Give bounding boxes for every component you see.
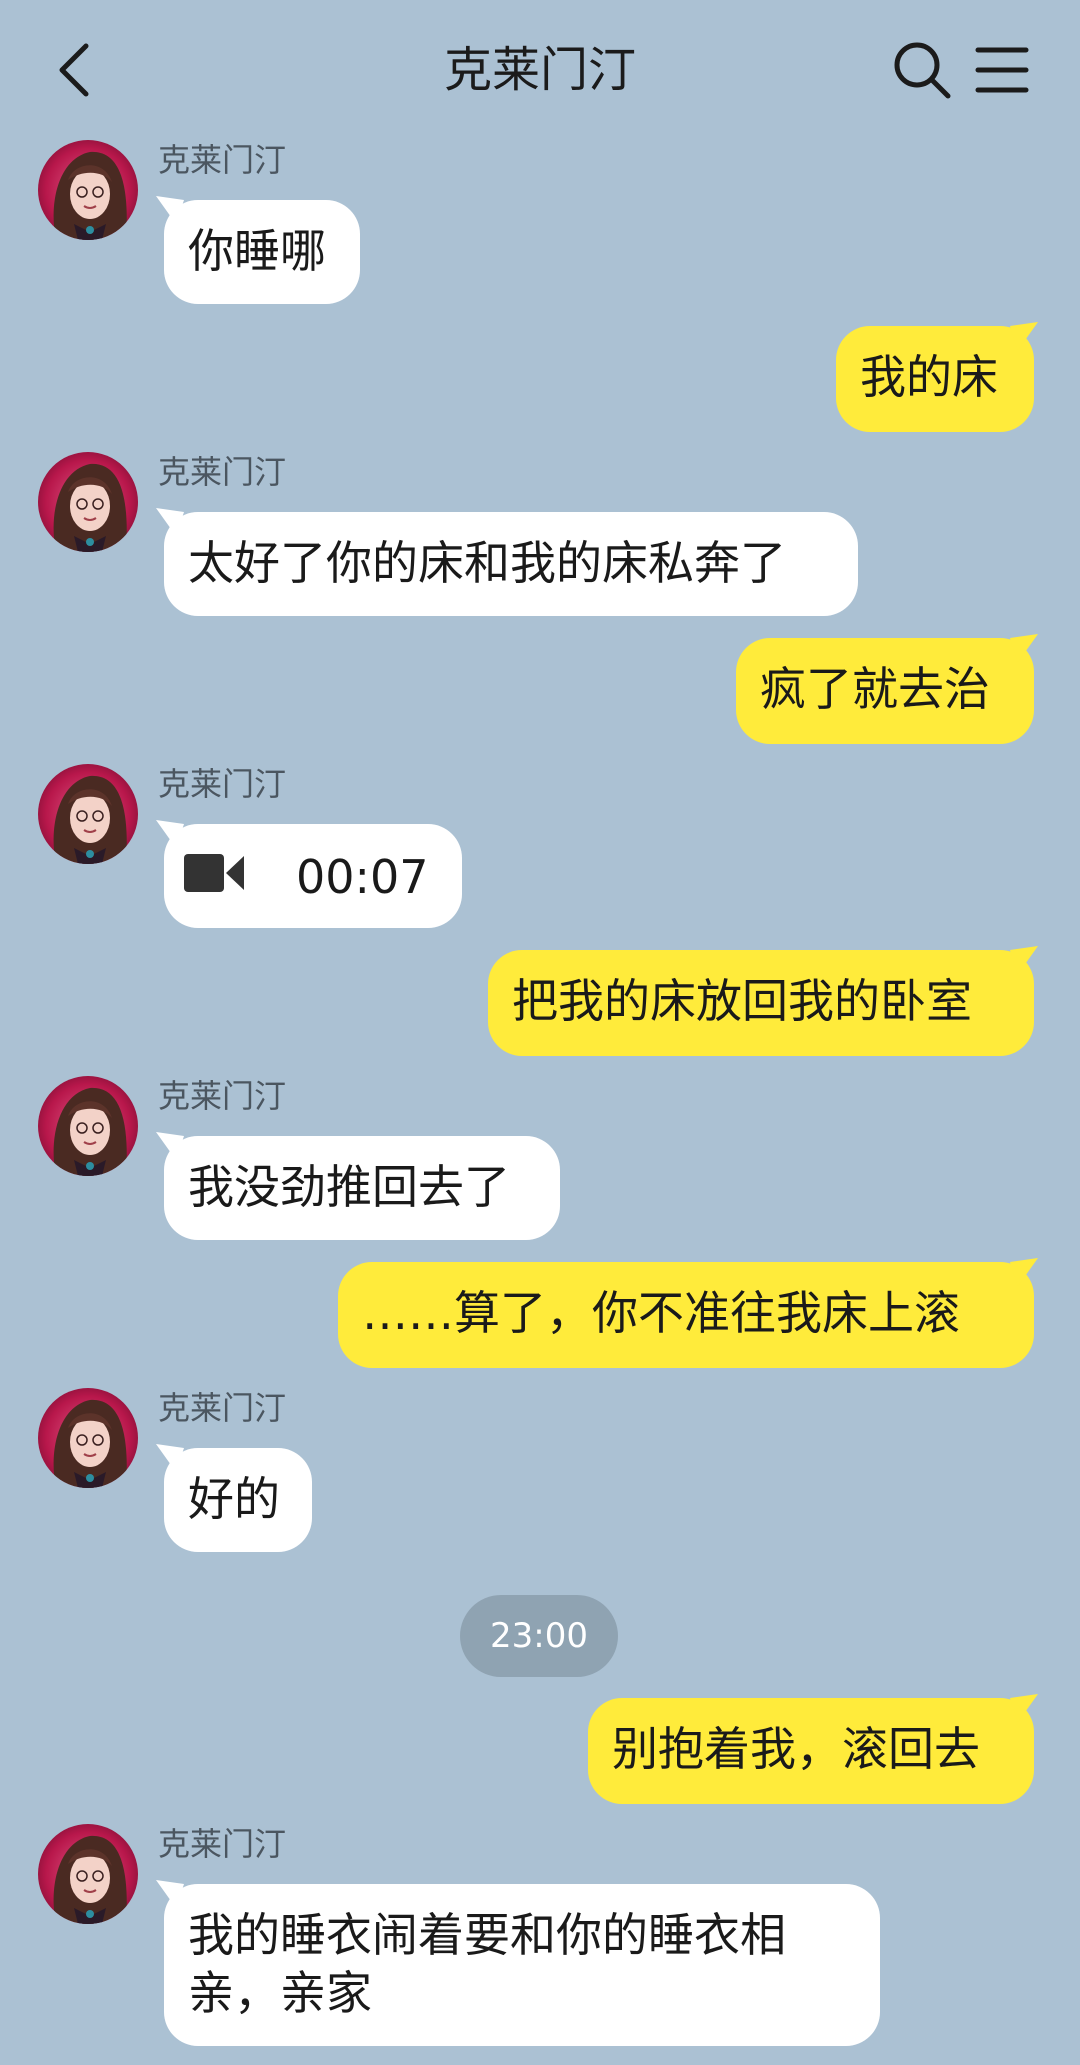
message-bubble[interactable]: 疯了就去治 — [736, 638, 1034, 744]
message-bubble[interactable]: 你睡哪 — [164, 200, 360, 304]
sender-name: 克莱门汀 — [158, 1077, 287, 1115]
bubble-tail — [1010, 946, 1038, 974]
message-bubble[interactable]: 好的 — [164, 1448, 312, 1552]
bubble-tail — [1010, 1694, 1038, 1722]
message-bubble[interactable]: 我没劲推回去了 — [164, 1136, 560, 1240]
message-bubble[interactable]: 我的睡衣闹着要和你的睡衣相 亲，亲家 — [164, 1884, 880, 2046]
avatar[interactable] — [38, 140, 138, 240]
sender-name: 克莱门汀 — [158, 1389, 287, 1427]
sender-name: 克莱门汀 — [158, 453, 287, 491]
avatar[interactable] — [38, 1388, 138, 1488]
search-icon[interactable] — [890, 38, 954, 102]
avatar[interactable] — [38, 764, 138, 864]
message-bubble[interactable]: 别抱着我，滚回去 — [588, 1698, 1034, 1804]
menu-icon[interactable] — [972, 40, 1032, 100]
message-line: 亲，亲家 — [188, 1966, 372, 2020]
avatar[interactable] — [38, 1076, 138, 1176]
avatar[interactable] — [38, 1824, 138, 1924]
message-bubble[interactable]: ……算了，你不准往我床上滚 — [338, 1262, 1034, 1368]
avatar[interactable] — [38, 452, 138, 552]
message-bubble[interactable]: 把我的床放回我的卧室 — [488, 950, 1034, 1056]
sender-name: 克莱门汀 — [158, 1825, 287, 1863]
video-camera-icon — [184, 854, 244, 892]
message-bubble[interactable]: 太好了你的床和我的床私奔了 — [164, 512, 858, 616]
message-bubble[interactable]: 我的床 — [836, 326, 1034, 432]
message-line: 我的睡衣闹着要和你的睡衣相 — [188, 1908, 786, 1962]
bubble-tail — [1010, 634, 1038, 662]
video-duration: 00:07 — [296, 850, 429, 904]
chat-header: 克莱门汀 — [0, 0, 1080, 140]
bubble-tail — [1010, 322, 1038, 350]
sender-name: 克莱门汀 — [158, 765, 287, 803]
timestamp-pill: 23:00 — [460, 1595, 618, 1677]
bubble-tail — [1010, 1258, 1038, 1286]
sender-name: 克莱门汀 — [158, 141, 287, 179]
